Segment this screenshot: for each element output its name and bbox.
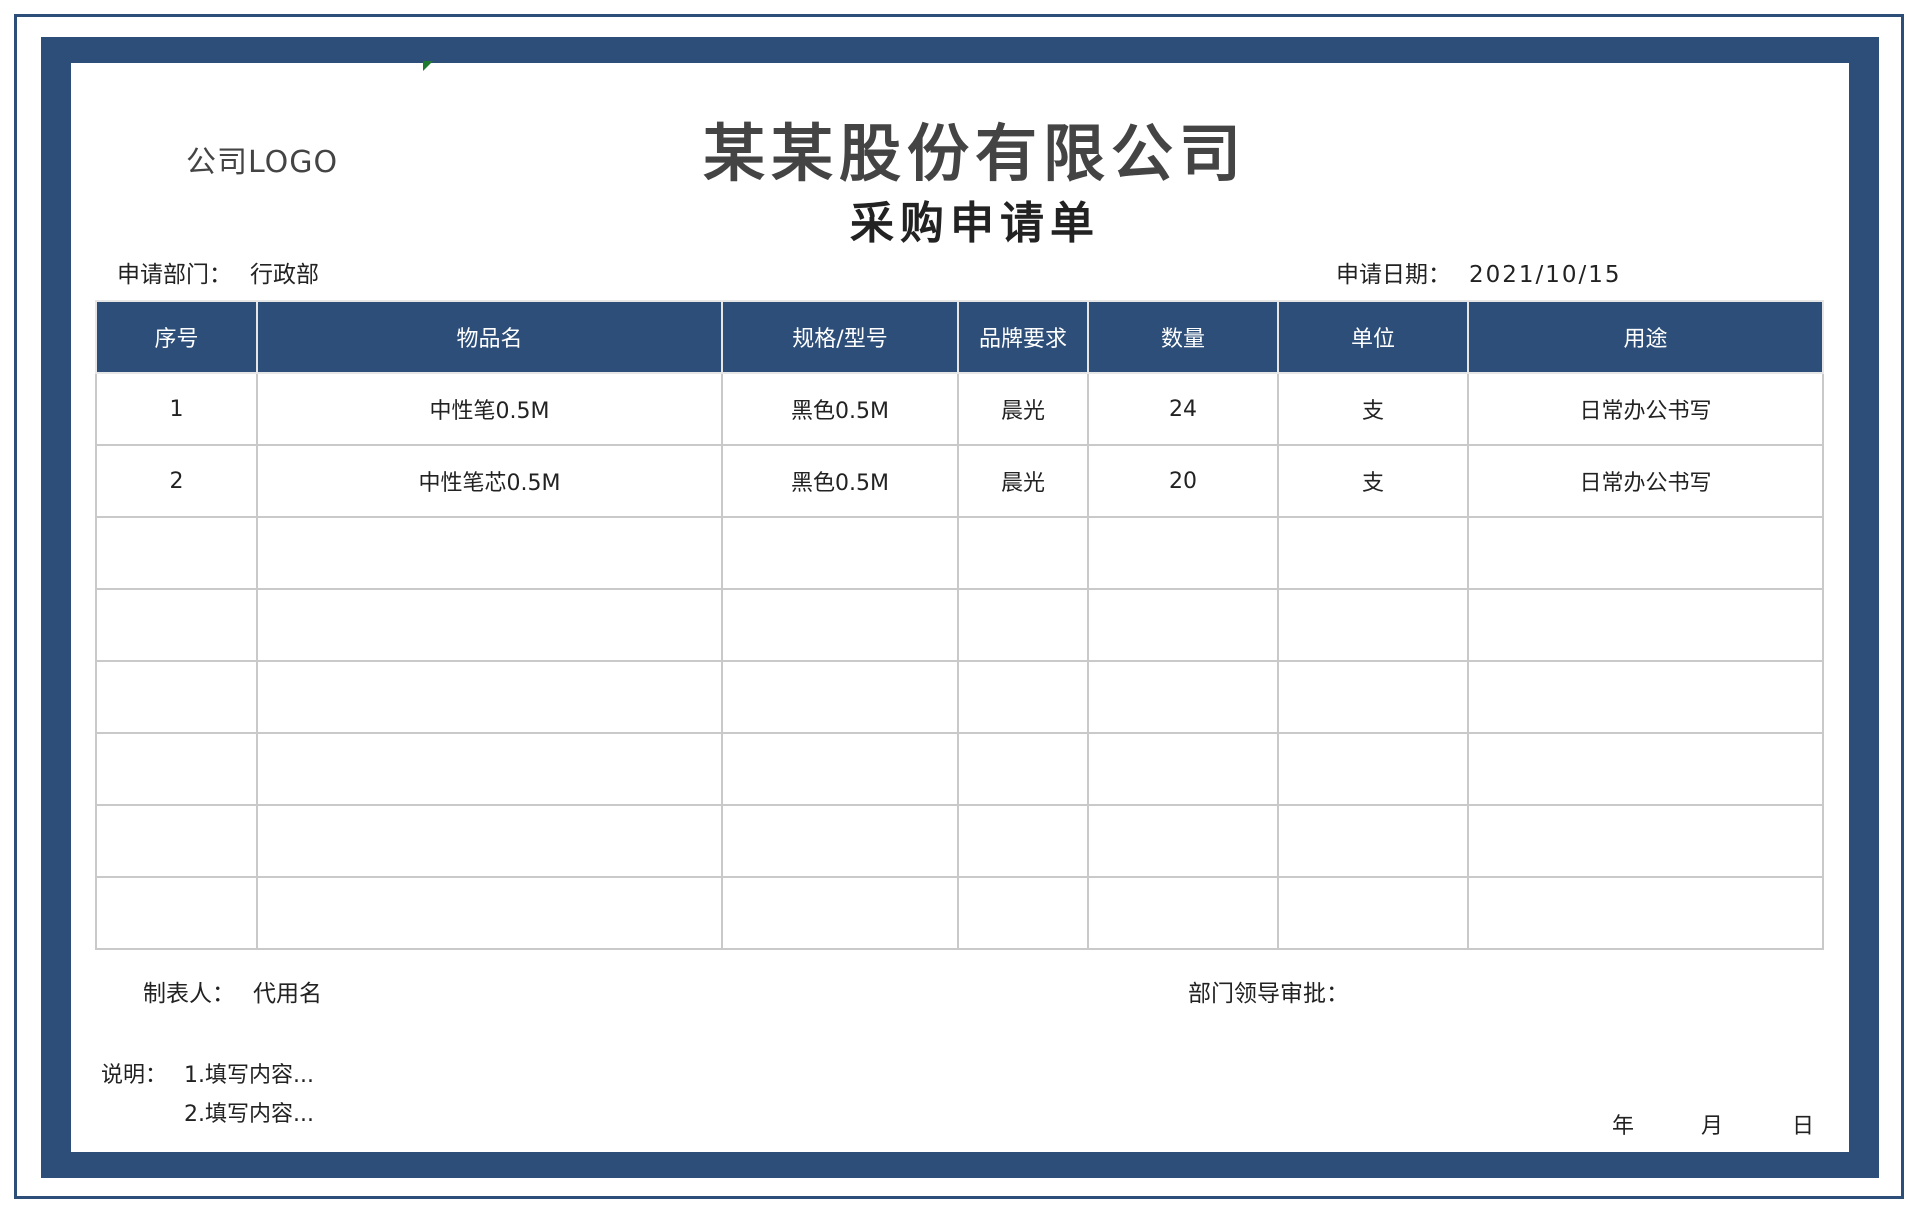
cell-unit[interactable] (1277, 660, 1469, 734)
apply-date-field: 申请日期： 2021/10/15 (1336, 255, 1622, 289)
cell-quantity[interactable]: 20 (1087, 444, 1279, 518)
cell-spec-model[interactable]: 黑色0.5M (721, 444, 959, 518)
cell-purpose[interactable] (1467, 516, 1824, 590)
cell-item-name[interactable] (256, 588, 723, 662)
note-item[interactable]: 1.填写内容... (184, 1057, 314, 1089)
cell-item-name[interactable] (256, 804, 723, 878)
header-unit: 单位 (1277, 300, 1469, 374)
cell-spec-model[interactable] (721, 588, 959, 662)
cell-purpose[interactable] (1467, 588, 1824, 662)
table-row (95, 588, 1824, 662)
table-row: 2 中性笔芯0.5M 黑色0.5M 晨光 20 支 日常办公书写 (95, 444, 1824, 518)
table-row (95, 660, 1824, 734)
cell-item-name[interactable]: 中性笔芯0.5M (256, 444, 723, 518)
department-value[interactable]: 行政部 (250, 262, 319, 288)
cell-brand[interactable] (957, 660, 1089, 734)
cell-spec-model[interactable] (721, 732, 959, 806)
cell-quantity[interactable] (1087, 732, 1279, 806)
note-item[interactable]: 2.填写内容... (184, 1096, 314, 1128)
header-brand: 品牌要求 (957, 300, 1089, 374)
cell-spec-model[interactable]: 黑色0.5M (721, 372, 959, 446)
cell-unit[interactable]: 支 (1277, 444, 1469, 518)
cell-index[interactable]: 1 (95, 372, 258, 446)
document-frame: 公司LOGO 某某股份有限公司 采购申请单 申请部门： 行政部 申请日期： 2021… (41, 37, 1879, 1178)
notes-label: 说明： (101, 1063, 168, 1088)
cell-brand[interactable]: 晨光 (957, 444, 1089, 518)
apply-date-label: 申请日期： (1336, 262, 1451, 288)
table-row (95, 876, 1824, 950)
header-quantity: 数量 (1087, 300, 1279, 374)
maker-label: 制表人： (143, 981, 235, 1007)
cell-unit[interactable] (1277, 588, 1469, 662)
cell-spec-model[interactable] (721, 516, 959, 590)
cell-spec-model[interactable] (721, 876, 959, 950)
table-header-row: 序号 物品名 规格/型号 品牌要求 数量 单位 用途 (95, 300, 1824, 374)
cell-unit[interactable]: 支 (1277, 372, 1469, 446)
cell-brand[interactable] (957, 876, 1089, 950)
apply-date-value[interactable]: 2021/10/15 (1469, 262, 1622, 288)
cell-brand[interactable] (957, 804, 1089, 878)
cell-quantity[interactable] (1087, 588, 1279, 662)
cell-unit[interactable] (1277, 516, 1469, 590)
cell-index[interactable] (95, 660, 258, 734)
department-label: 申请部门： (117, 262, 232, 288)
form-sheet: 公司LOGO 某某股份有限公司 采购申请单 申请部门： 行政部 申请日期： 2021… (71, 61, 1849, 1152)
cell-index[interactable]: 2 (95, 444, 258, 518)
cell-index[interactable] (95, 732, 258, 806)
month-label: 月 (1701, 1114, 1724, 1139)
day-label: 日 (1792, 1114, 1815, 1139)
cell-comment-marker-icon (423, 61, 433, 71)
cell-purpose[interactable] (1467, 876, 1824, 950)
cell-unit[interactable] (1277, 804, 1469, 878)
header-spec-model: 规格/型号 (721, 300, 959, 374)
department-field: 申请部门： 行政部 (117, 255, 319, 289)
cell-brand[interactable] (957, 516, 1089, 590)
maker-value[interactable]: 代用名 (253, 981, 322, 1007)
cell-purpose[interactable] (1467, 660, 1824, 734)
cell-item-name[interactable] (256, 516, 723, 590)
cell-index[interactable] (95, 876, 258, 950)
cell-item-name[interactable] (256, 732, 723, 806)
table-row (95, 516, 1824, 590)
header-item-name: 物品名 (256, 300, 723, 374)
cell-unit[interactable] (1277, 876, 1469, 950)
cell-item-name[interactable]: 中性笔0.5M (256, 372, 723, 446)
table-row (95, 732, 1824, 806)
cell-index[interactable] (95, 516, 258, 590)
approval-label: 部门领导审批： (1188, 981, 1349, 1007)
table-row (95, 804, 1824, 878)
purchase-items-table: 序号 物品名 规格/型号 品牌要求 数量 单位 用途 1 中性笔0.5M 黑色0… (95, 300, 1824, 950)
cell-item-name[interactable] (256, 660, 723, 734)
cell-index[interactable] (95, 804, 258, 878)
cell-quantity[interactable] (1087, 660, 1279, 734)
cell-purpose[interactable]: 日常办公书写 (1467, 372, 1824, 446)
cell-unit[interactable] (1277, 732, 1469, 806)
approval-field: 部门领导审批： (1188, 974, 1367, 1008)
cell-purpose[interactable] (1467, 732, 1824, 806)
cell-spec-model[interactable] (721, 804, 959, 878)
cell-quantity[interactable] (1087, 804, 1279, 878)
maker-field: 制表人： 代用名 (143, 974, 322, 1008)
header-index: 序号 (95, 300, 258, 374)
cell-quantity[interactable]: 24 (1087, 372, 1279, 446)
cell-index[interactable] (95, 588, 258, 662)
cell-brand[interactable] (957, 732, 1089, 806)
cell-item-name[interactable] (256, 876, 723, 950)
form-title: 采购申请单 (850, 198, 1100, 249)
year-label: 年 (1612, 1114, 1635, 1139)
table-row: 1 中性笔0.5M 黑色0.5M 晨光 24 支 日常办公书写 (95, 372, 1824, 446)
cell-spec-model[interactable] (721, 660, 959, 734)
cell-purpose[interactable]: 日常办公书写 (1467, 444, 1824, 518)
cell-quantity[interactable] (1087, 876, 1279, 950)
cell-purpose[interactable] (1467, 804, 1824, 878)
company-name: 某某股份有限公司 (702, 117, 1247, 190)
cell-brand[interactable] (957, 588, 1089, 662)
cell-brand[interactable]: 晨光 (957, 372, 1089, 446)
cell-quantity[interactable] (1087, 516, 1279, 590)
header-purpose: 用途 (1467, 300, 1824, 374)
